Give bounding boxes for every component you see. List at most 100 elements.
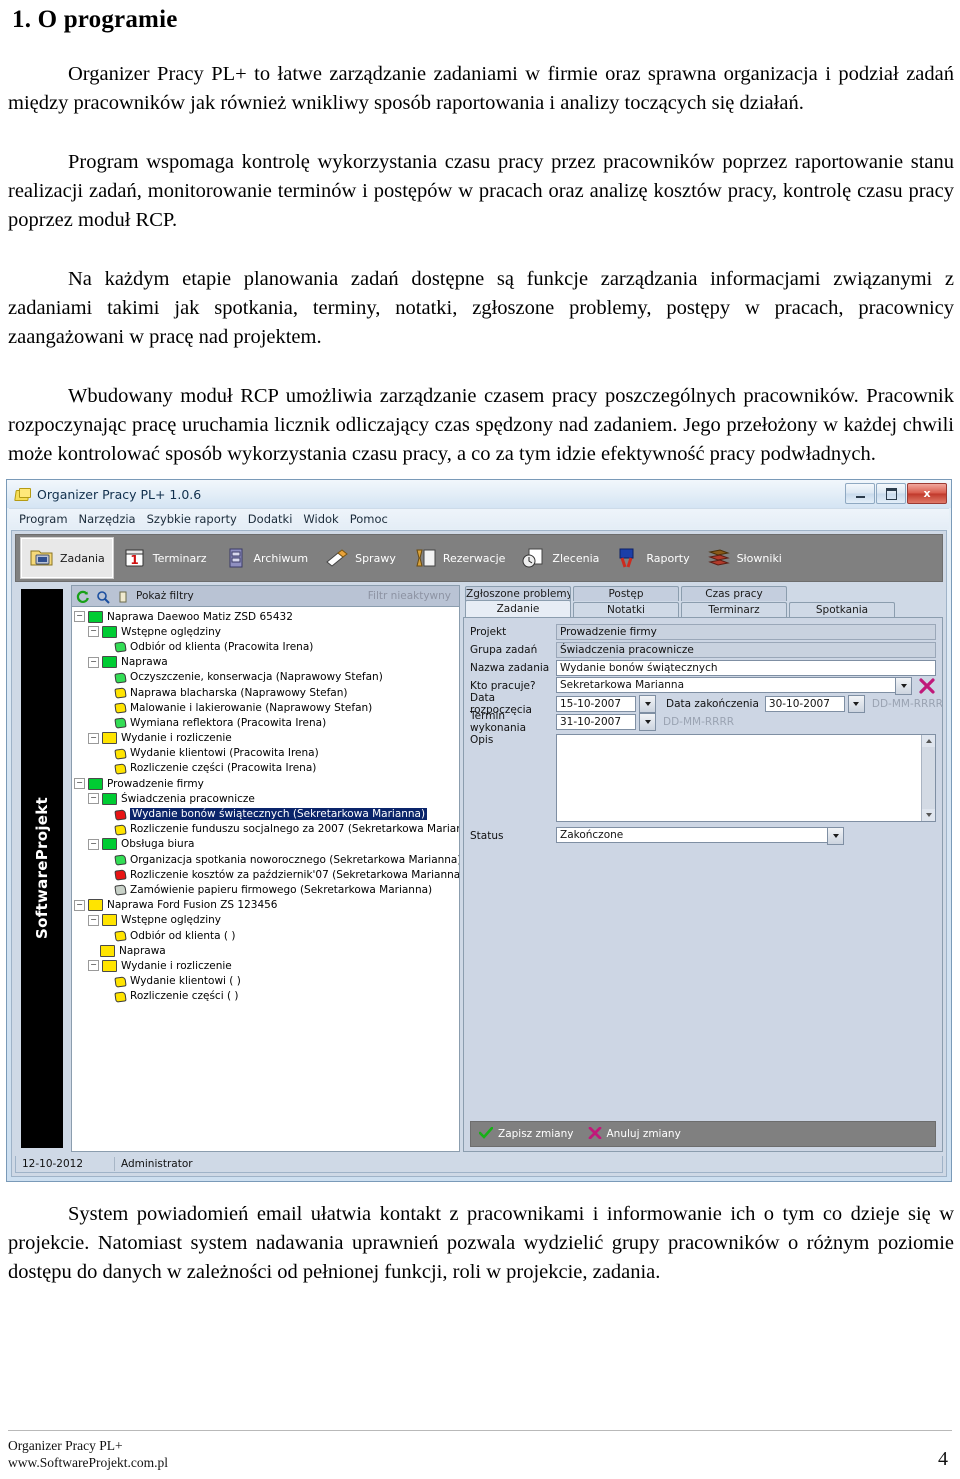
task-tree[interactable]: − Naprawa Daewoo Matiz ZSD 65432− Wstępne … (72, 607, 459, 1151)
expander-minus-icon[interactable]: − (88, 732, 99, 744)
scroll-down-icon[interactable] (922, 809, 935, 821)
expander-minus-icon[interactable]: − (74, 778, 85, 790)
calendar-dropdown-icon-2[interactable] (847, 694, 865, 713)
tree-node[interactable]: Organizacja spotkania noworocznego (Sekr… (74, 852, 459, 867)
expander-minus-icon[interactable]: − (88, 626, 99, 638)
nazwa-label: Nazwa zadania (470, 661, 550, 674)
menu-item-program[interactable]: Program (19, 512, 79, 526)
nazwa-input[interactable]: Wydanie bonów świątecznych (556, 659, 936, 676)
tree-node[interactable]: − Wstępne oględziny (74, 624, 459, 639)
toolbar-label-terminarz: Terminarz (152, 551, 207, 565)
kto-combobox[interactable]: Sekretarkowa Marianna (556, 676, 912, 695)
tab-post-p[interactable]: Postęp (573, 586, 679, 601)
toolbar-button-raporty[interactable]: Raporty (607, 538, 697, 578)
tree-node[interactable]: Rozliczenie części ( ) (74, 989, 459, 1004)
toolbar-button-terminarz[interactable]: 1 Terminarz (114, 538, 215, 578)
status-chevron-down-icon[interactable] (827, 826, 844, 845)
data-rozpoczecia-field[interactable]: 15-10-2007 (556, 694, 656, 713)
expander-minus-icon[interactable]: − (88, 960, 99, 972)
toolbar-button-sprawy[interactable]: Sprawy (316, 538, 404, 578)
data-rozpoczecia-value[interactable]: 15-10-2007 (556, 695, 636, 712)
maximize-button[interactable] (876, 483, 906, 504)
toolbar-button-zadania[interactable]: Zadania (20, 537, 114, 579)
status-combobox[interactable]: Zakończone (556, 826, 844, 845)
refresh-icon[interactable] (76, 589, 90, 603)
expander-minus-icon[interactable]: − (88, 914, 99, 926)
tree-node[interactable]: Rozliczenie części (Pracowita Irena) (74, 761, 459, 776)
tree-node[interactable]: Malowanie i lakierowanie (Naprawowy Stef… (74, 700, 459, 715)
tree-node[interactable]: − Naprawa Daewoo Matiz ZSD 65432 (74, 609, 459, 624)
data-zakonczenia-field[interactable]: 30-10-2007 (764, 694, 865, 713)
toolbar-button-archiwum[interactable]: Archiwum (215, 538, 317, 578)
tree-node-label: Wydanie klientowi (Pracowita Irena) (130, 747, 319, 760)
tree-node[interactable]: − Prowadzenie firmy (74, 776, 459, 791)
tab-zg-oszone-problemy[interactable]: Zgłoszone problemy (465, 586, 571, 601)
pin-green-icon (114, 854, 127, 866)
tree-node[interactable]: − Naprawa Ford Fusion ZS 123456 (74, 898, 459, 913)
tree-node[interactable]: Odbiór od klienta ( ) (74, 928, 459, 943)
expander-minus-icon[interactable]: − (74, 611, 85, 623)
toolbar-button-rezerwacje[interactable]: Rezerwacje (404, 538, 514, 578)
tree-node[interactable]: Zamówienie papieru firmowego (Sekretarko… (74, 882, 459, 897)
scroll-up-icon[interactable] (922, 735, 935, 747)
calendar-dropdown-icon[interactable] (639, 694, 656, 713)
tree-node[interactable]: Oczyszczenie, konserwacja (Naprawowy Ste… (74, 670, 459, 685)
toolbar-label-archiwum: Archiwum (253, 551, 309, 565)
status-value[interactable]: Zakończone (556, 826, 827, 843)
calendar-dropdown-icon-3[interactable] (639, 712, 656, 731)
clear-assignee-button[interactable] (918, 677, 936, 694)
toolbar-button-slowniki[interactable]: Słowniki (698, 538, 790, 578)
tab-zadanie[interactable]: Zadanie (465, 600, 571, 617)
tree-node[interactable]: Rozliczenie kosztów za październik'07 (S… (74, 867, 459, 882)
expander-minus-icon[interactable]: − (88, 793, 99, 805)
filter-icon[interactable] (116, 589, 130, 603)
cancel-button[interactable]: Anuluj zmiany (588, 1126, 681, 1142)
menu-item-pomoc[interactable]: Pomoc (350, 512, 399, 526)
tree-node[interactable]: Wymiana reflektora (Pracowita Irena) (74, 715, 459, 730)
chevron-down-icon[interactable] (895, 676, 912, 695)
tree-node[interactable]: Wydanie klientowi ( ) (74, 974, 459, 989)
kto-value[interactable]: Sekretarkowa Marianna (556, 676, 895, 693)
tree-node[interactable]: − Wstępne oględziny (74, 913, 459, 928)
menu-item-szybkie-raporty[interactable]: Szybkie raporty (147, 512, 248, 526)
close-button[interactable]: x (907, 483, 947, 504)
tree-node-label: Obsługa biura (121, 838, 195, 851)
tree-node[interactable]: − Wydanie i rozliczenie (74, 958, 459, 973)
tree-node[interactable]: Odbiór od klienta (Pracowita Irena) (74, 639, 459, 654)
menu-item-narzedzia[interactable]: Narzędzia (79, 512, 147, 526)
tab-spotkania[interactable]: Spotkania (789, 602, 895, 617)
data-zakonczenia-value[interactable]: 30-10-2007 (764, 695, 845, 712)
opis-value[interactable] (557, 735, 921, 821)
tab-terminarz[interactable]: Terminarz (681, 602, 787, 617)
tree-node[interactable]: Naprawa blacharska (Naprawowy Stefan) (74, 685, 459, 700)
tree-node[interactable]: Naprawa (74, 943, 459, 958)
tree-node[interactable]: − Wydanie i rozliczenie (74, 731, 459, 746)
tree-node[interactable]: − Naprawa (74, 655, 459, 670)
search-icon[interactable] (96, 589, 110, 604)
tree-node[interactable]: − Obsługa biura (74, 837, 459, 852)
opis-scrollbar[interactable] (921, 735, 935, 821)
paragraph-4: Wbudowany moduł RCP umożliwia zarządzani… (8, 385, 954, 465)
opis-textarea[interactable] (556, 734, 936, 822)
tree-node[interactable]: Wydanie bonów świątecznych (Sekretarkowa… (74, 806, 459, 821)
expander-minus-icon[interactable]: − (88, 838, 99, 850)
toolbar-button-zlecenia[interactable]: Zlecenia (513, 538, 607, 578)
tree-node[interactable]: Rozliczenie funduszu socjalnego za 2007 … (74, 822, 459, 837)
tab-czas-pracy[interactable]: Czas pracy (681, 586, 787, 601)
show-filters-label[interactable]: Pokaż filtry (136, 590, 194, 602)
minimize-button[interactable] (845, 483, 875, 504)
tree-node[interactable]: − Świadczenia pracownicze (74, 791, 459, 806)
save-button[interactable]: Zapisz zmiany (478, 1126, 574, 1142)
pin-green-icon (114, 717, 127, 730)
tab-notatki[interactable]: Notatki (573, 602, 679, 617)
termin-field[interactable]: 31-10-2007 (556, 712, 656, 731)
expander-minus-icon[interactable]: − (74, 899, 85, 911)
menu-item-dodatki[interactable]: Dodatki (248, 512, 304, 526)
tree-node[interactable]: Wydanie klientowi (Pracowita Irena) (74, 746, 459, 761)
menu-item-widok[interactable]: Widok (303, 512, 349, 526)
expander-minus-icon[interactable]: − (88, 656, 99, 668)
termin-value[interactable]: 31-10-2007 (556, 713, 636, 730)
